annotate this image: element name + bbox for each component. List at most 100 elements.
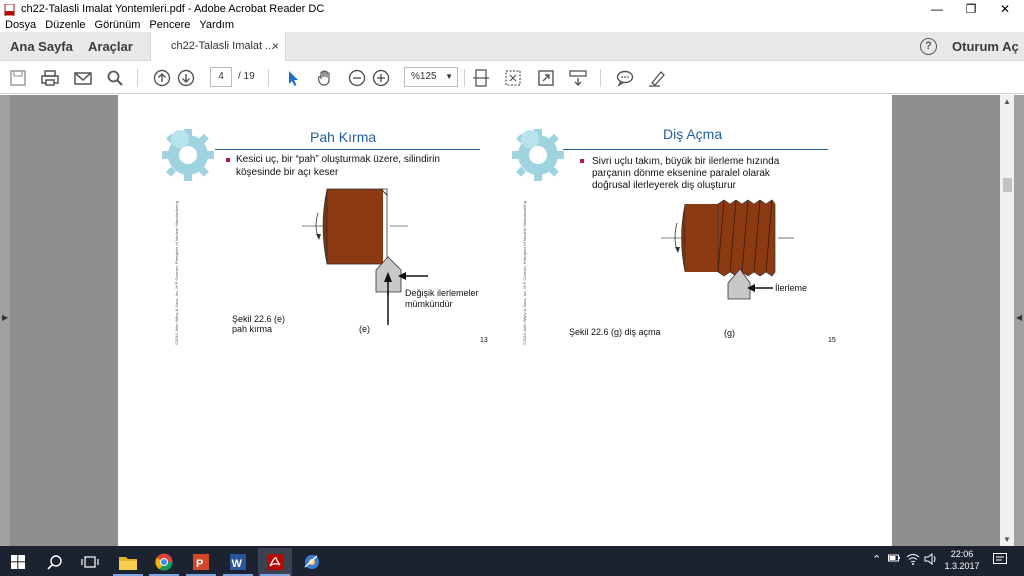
sign-in-button[interactable]: Oturum Aç [952, 32, 1019, 61]
pdf-page: Pah Kırma Kesici uç, bir “pah” oluşturma… [118, 95, 892, 546]
figure-label: (g) [724, 328, 735, 338]
clock-time: 22:06 [950, 549, 974, 559]
windows-start-icon[interactable] [1, 548, 35, 576]
tab-home[interactable]: Ana Sayfa [10, 32, 73, 61]
chevron-down-icon: ▼ [445, 72, 453, 81]
left-panel-toggle[interactable]: ▶ [0, 95, 10, 546]
right-panel-toggle[interactable]: ◀ [1014, 95, 1024, 546]
bullet-text-line: parçanın dönme eksenine paralel olarak [592, 168, 770, 179]
scroll-up-icon[interactable]: ▲ [1003, 97, 1011, 106]
bullet-icon [580, 159, 584, 163]
system-clock[interactable]: 22:06 1.3.2017 [940, 548, 984, 572]
save-icon[interactable] [8, 68, 28, 88]
scrollbar-thumb[interactable] [1003, 178, 1012, 192]
tab-bar: Ana Sayfa Araçlar ch22-Talasli Imalat ..… [0, 32, 1024, 62]
toolbar [0, 61, 1024, 94]
toolbar-divider [600, 69, 601, 87]
help-icon[interactable]: ? [920, 38, 937, 55]
bullet-text-line: Sivri uçlu takım, büyük bir ilerleme hız… [592, 156, 780, 167]
task-view-icon[interactable] [73, 548, 107, 576]
word-icon[interactable]: W [221, 548, 255, 576]
gear-icon [162, 129, 214, 181]
zoom-out-icon[interactable] [347, 68, 367, 88]
vertical-copyright: ©2010 John Wiley & Sons, Inc. M P Groove… [174, 200, 179, 345]
callout-text: Değişik ilerlemeler [405, 288, 479, 298]
notification-icon[interactable] [993, 553, 1007, 569]
callout-text: mümkündür [405, 299, 453, 309]
chevron-up-icon[interactable]: ⌃ [872, 553, 881, 566]
chevron-left-icon: ◀ [1016, 313, 1023, 322]
slide-title: Diş Açma [663, 126, 723, 142]
zoom-select[interactable]: %125 ▼ [404, 67, 458, 87]
figure-caption: Şekil 22.6 (g) diş açma [569, 327, 661, 337]
title-divider [563, 149, 828, 150]
slide-page-number: 15 [828, 337, 836, 344]
svg-text:P: P [196, 558, 203, 570]
scroll-down-icon[interactable]: ▼ [1003, 535, 1011, 544]
tab-document-label: ch22-Talasli Imalat ... [171, 40, 275, 52]
page-down-icon[interactable] [176, 68, 196, 88]
hand-icon[interactable] [315, 68, 335, 88]
scroll-mode-icon[interactable] [568, 68, 588, 88]
menu-item-file[interactable]: Dosya [5, 19, 36, 31]
figure-caption: pah kırma [232, 324, 273, 334]
powerpoint-icon[interactable]: P [184, 548, 218, 576]
zoom-in-icon[interactable] [371, 68, 391, 88]
toolbar-divider [268, 69, 269, 87]
figure-caption: Şekil 22.6 (e) [232, 314, 286, 324]
zoom-value: %125 [411, 71, 437, 82]
print-icon[interactable] [40, 68, 60, 88]
toolbar-divider [464, 69, 465, 87]
wifi-icon[interactable] [906, 553, 920, 568]
select-cursor-icon[interactable] [283, 68, 303, 88]
pdf-file-icon [4, 3, 16, 16]
volume-icon[interactable] [924, 553, 938, 568]
chrome-icon[interactable] [147, 548, 181, 576]
app-icon[interactable] [295, 548, 329, 576]
tab-tools[interactable]: Araçlar [88, 32, 133, 61]
menu-item-help[interactable]: Yardım [199, 19, 234, 31]
maximize-button[interactable]: ❐ [954, 0, 988, 17]
close-window-button[interactable]: ✕ [988, 0, 1022, 17]
rotate-icon[interactable] [536, 68, 556, 88]
bullet-text-line: Kesici uç, bir “pah” oluşturmak üzere, s… [236, 154, 440, 165]
bullet-text-line: köşesinde bir açı keser [236, 167, 339, 178]
file-explorer-icon[interactable] [111, 548, 145, 576]
fit-page-icon[interactable] [471, 68, 491, 88]
chamfer-workpiece [302, 188, 408, 265]
title-divider [215, 149, 480, 150]
page-count: / 19 [238, 71, 255, 82]
menu-item-window[interactable]: Pencere [149, 19, 190, 31]
clock-date: 1.3.2017 [944, 561, 980, 571]
comment-icon[interactable] [615, 68, 635, 88]
search-icon[interactable] [105, 68, 125, 88]
acrobat-icon[interactable] [258, 548, 292, 576]
highlight-icon[interactable] [647, 68, 667, 88]
bullet-icon [226, 158, 230, 162]
close-tab-icon[interactable]: × [272, 32, 279, 61]
toolbar-divider [137, 69, 138, 87]
menu-bar: Dosya Düzenle Görünüm Pencere Yardım [0, 17, 1024, 32]
callout-text: İlerleme [775, 283, 808, 293]
title-bar: ch22-Talasli Imalat Yontemleri.pdf - Ado… [0, 0, 1024, 17]
slide-title: Pah Kırma [310, 129, 377, 145]
figure-label: (e) [359, 324, 370, 334]
page-up-icon[interactable] [152, 68, 172, 88]
vertical-scrollbar[interactable]: ▲ ▼ [1000, 95, 1014, 546]
window-title: ch22-Talasli Imalat Yontemleri.pdf - Ado… [21, 2, 325, 15]
vertical-copyright: ©2010 John Wiley & Sons, Inc. M P Groove… [522, 200, 527, 345]
full-screen-icon[interactable] [503, 68, 523, 88]
menu-item-edit[interactable]: Düzenle [45, 19, 85, 31]
search-icon[interactable] [38, 548, 72, 576]
gear-icon [512, 129, 564, 181]
menu-item-view[interactable]: Görünüm [95, 19, 141, 31]
threading-workpiece [661, 199, 794, 277]
battery-icon[interactable] [888, 553, 900, 566]
chevron-right-icon: ▶ [2, 313, 9, 322]
page-number-input[interactable]: 4 [210, 67, 232, 87]
tab-document[interactable]: ch22-Talasli Imalat ... × [150, 32, 286, 62]
svg-text:W: W [232, 558, 243, 570]
slide-page-number: 13 [480, 337, 488, 344]
email-icon[interactable] [73, 68, 93, 88]
minimize-button[interactable]: — [920, 0, 954, 17]
